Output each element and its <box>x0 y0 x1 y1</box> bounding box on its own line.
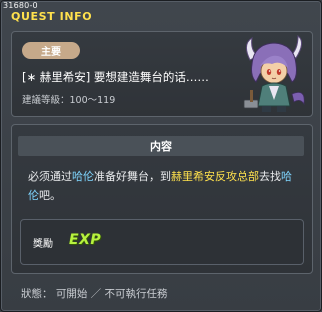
quest-description: 必须通过哈伦准备好舞台，到赫里希安反攻总部去找哈伦吧。 <box>28 167 298 205</box>
exp-icon: EXP <box>69 232 102 248</box>
description-text: 必须通过 <box>28 170 72 183</box>
quest-info-window: 31680-0 QUEST INFO 主要 [∗ 赫里希安] 要想建造舞台的话…… <box>0 0 322 312</box>
recommended-level: 建議等級：100～119 <box>22 95 116 106</box>
quest-summary-panel: 主要 [∗ 赫里希安] 要想建造舞台的话…… 建議等級：100～119 <box>11 31 313 117</box>
quest-id: 31680-0 <box>3 1 38 10</box>
quest-status: 狀態： 可開始 ／ 不可執行任務 <box>21 288 168 300</box>
npc-portrait-icon <box>243 34 305 112</box>
quest-name: [∗ 赫里希安] 要想建造舞台的话…… <box>22 70 209 84</box>
reward-box: 獎勵 EXP <box>20 219 304 265</box>
location-link-hq[interactable]: 赫里希安反攻总部 <box>171 170 259 183</box>
npc-link-halun[interactable]: 哈伦 <box>72 170 94 183</box>
content-header: 内容 <box>18 136 304 156</box>
window-title: QUEST INFO <box>11 10 93 23</box>
description-text: 准备好舞台，到 <box>94 170 171 183</box>
description-text: 去找 <box>259 170 281 183</box>
description-text: 吧。 <box>39 189 61 202</box>
quest-type-badge: 主要 <box>22 42 80 59</box>
quest-content-panel: 内容 必须通过哈伦准备好舞台，到赫里希安反攻总部去找哈伦吧。 獎勵 EXP <box>11 124 313 274</box>
reward-label: 獎勵 <box>33 239 53 250</box>
